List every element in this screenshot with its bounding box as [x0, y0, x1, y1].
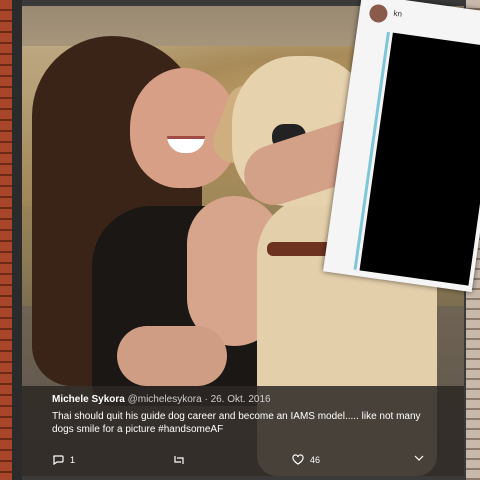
reply-button[interactable]: 1: [52, 454, 75, 466]
more-button[interactable]: [414, 454, 424, 462]
person-leg: [117, 326, 227, 386]
tweet-separator: ·: [204, 394, 208, 405]
tweet-header: Michele Sykora @michelesykora · 26. Okt.…: [52, 394, 271, 405]
like-count: 46: [310, 455, 321, 465]
brick-wall-left: [0, 0, 12, 480]
tweet-text: Thai should quit his guide dog career an…: [52, 411, 421, 435]
reply-count: 1: [70, 455, 76, 465]
retweet-button[interactable]: [172, 454, 186, 466]
reply-icon: [52, 454, 64, 466]
tweet-date[interactable]: 26. Okt. 2016: [211, 394, 271, 405]
overlay-partial-text: kn: [393, 8, 403, 19]
frame-edge: [12, 0, 22, 480]
tweet-actions: 1 46: [22, 448, 464, 476]
avatar: [368, 3, 389, 24]
retweet-icon: [172, 454, 186, 466]
tweet-handle[interactable]: @michelesykora: [128, 394, 202, 405]
tweet-display-name[interactable]: Michele Sykora: [52, 394, 125, 405]
heart-icon: [292, 454, 304, 466]
overlay-black-media: [359, 32, 480, 286]
like-button[interactable]: 46: [292, 454, 320, 466]
chevron-down-icon: [414, 454, 424, 462]
